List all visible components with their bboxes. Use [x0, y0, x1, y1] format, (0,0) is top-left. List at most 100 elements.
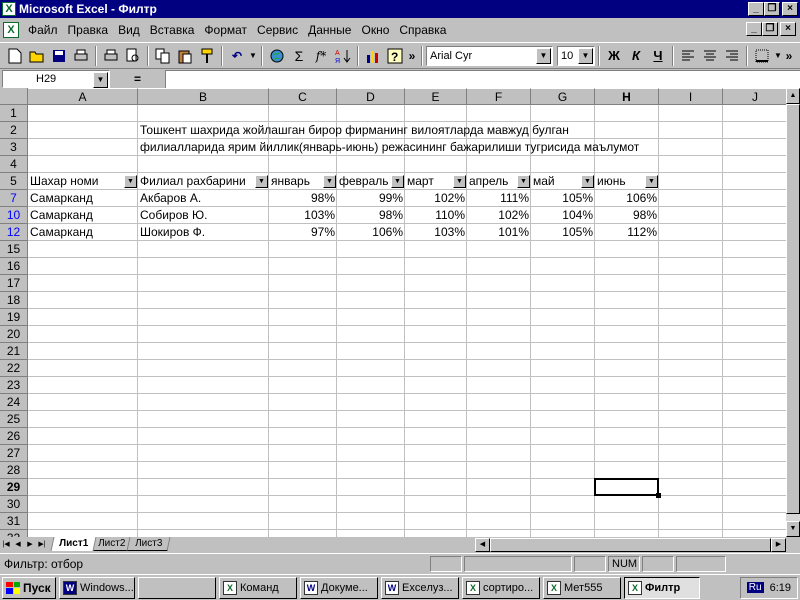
close-button[interactable]: × — [782, 2, 798, 16]
web-globe-icon[interactable] — [266, 45, 288, 67]
percent-cell[interactable]: 103% — [269, 207, 337, 224]
column-header[interactable]: G — [531, 88, 595, 105]
row-header[interactable]: 18 — [0, 292, 28, 309]
font-name-select[interactable]: Arial Cyr ▼ — [426, 45, 553, 66]
new-file-icon[interactable] — [4, 45, 26, 67]
header-cell[interactable]: май — [531, 173, 581, 190]
underline-button[interactable]: Ч — [647, 45, 669, 67]
chevron-down-icon[interactable]: ▼ — [93, 71, 108, 88]
open-folder-icon[interactable] — [26, 45, 48, 67]
percent-cell[interactable]: 97% — [269, 224, 337, 241]
row-header[interactable]: 3 — [0, 139, 28, 156]
autosum-icon[interactable]: Σ — [288, 45, 310, 67]
horizontal-scrollbar[interactable]: ◀ ▶ — [475, 538, 786, 552]
percent-cell[interactable]: 111% — [467, 190, 531, 207]
prev-sheet-icon[interactable]: ◀ — [12, 538, 24, 551]
column-header[interactable]: I — [659, 88, 723, 105]
select-all-corner[interactable] — [0, 88, 28, 105]
row-header[interactable]: 21 — [0, 343, 28, 360]
copy-icon[interactable] — [152, 45, 174, 67]
chevron-down-icon[interactable]: ▼ — [578, 47, 593, 64]
sort-ascending-icon[interactable]: АЯ — [332, 45, 354, 67]
percent-cell[interactable]: 102% — [405, 190, 467, 207]
sheet-tab[interactable]: Лист3 — [126, 537, 172, 551]
percent-cell[interactable]: 112% — [595, 224, 659, 241]
header-cell[interactable]: апрель — [467, 173, 517, 190]
font-size-select[interactable]: 10 ▼ — [557, 45, 595, 66]
taskbar-button[interactable]: W Windows... — [59, 576, 135, 599]
name-box[interactable]: H29 ▼ — [2, 69, 110, 88]
row-header[interactable]: 17 — [0, 275, 28, 292]
first-sheet-icon[interactable]: |◀ — [0, 538, 12, 551]
taskbar-button[interactable]: W Exceлуз... — [381, 576, 459, 599]
percent-cell[interactable]: 99% — [337, 190, 405, 207]
autofilter-dropdown-icon[interactable]: ▼ — [581, 175, 594, 188]
percent-cell[interactable]: 101% — [467, 224, 531, 241]
menu-item[interactable]: Формат — [199, 23, 252, 37]
doc-restore-button[interactable]: ❐ — [762, 22, 778, 36]
row-header[interactable]: 30 — [0, 496, 28, 513]
horizontal-scroll-thumb[interactable] — [490, 538, 771, 552]
menu-item[interactable]: Вид — [113, 23, 145, 37]
toolbar-more-icon-2[interactable]: » — [783, 45, 795, 67]
autofilter-dropdown-icon[interactable]: ▼ — [323, 175, 336, 188]
undo-dropdown-icon[interactable]: ▼ — [248, 45, 258, 67]
header-cell[interactable]: Шахар номи — [28, 173, 124, 190]
toolbar-more-icon[interactable]: » — [406, 45, 418, 67]
autofilter-dropdown-icon[interactable]: ▼ — [645, 175, 658, 188]
row-header[interactable]: 4 — [0, 156, 28, 173]
preview-icon[interactable] — [122, 45, 144, 67]
italic-button[interactable]: К — [625, 45, 647, 67]
manager-cell[interactable]: Акбаров А. — [138, 190, 269, 207]
restore-button[interactable]: ❐ — [764, 2, 780, 16]
undo-icon[interactable]: ↶ — [226, 45, 248, 67]
borders-icon[interactable] — [751, 45, 773, 67]
align-left-icon[interactable] — [677, 45, 699, 67]
paste-icon[interactable] — [174, 45, 196, 67]
autofilter-dropdown-icon[interactable]: ▼ — [517, 175, 530, 188]
row-header[interactable]: 16 — [0, 258, 28, 275]
workbook-icon[interactable]: X — [3, 22, 19, 38]
borders-dropdown-icon[interactable]: ▼ — [773, 45, 783, 67]
row-header[interactable]: 25 — [0, 411, 28, 428]
percent-cell[interactable]: 102% — [467, 207, 531, 224]
save-icon[interactable] — [48, 45, 70, 67]
percent-cell[interactable]: 103% — [405, 224, 467, 241]
taskbar-button[interactable]: Xсортиро... — [462, 576, 540, 599]
column-header[interactable]: A — [28, 88, 138, 105]
doc-minimize-button[interactable]: _ — [746, 22, 762, 36]
align-center-icon[interactable] — [699, 45, 721, 67]
taskbar-button[interactable]: W Докуме... — [300, 576, 378, 599]
start-button[interactable]: Пуск — [2, 576, 56, 599]
menu-item[interactable]: Файл — [23, 23, 63, 37]
percent-cell[interactable]: 106% — [595, 190, 659, 207]
column-header[interactable]: H — [595, 88, 659, 105]
menu-item[interactable]: Окно — [356, 23, 394, 37]
autofilter-dropdown-icon[interactable]: ▼ — [453, 175, 466, 188]
percent-cell[interactable]: 104% — [531, 207, 595, 224]
minimize-button[interactable]: _ — [748, 2, 764, 16]
menu-item[interactable]: Данные — [303, 23, 356, 37]
scroll-up-icon[interactable]: ▲ — [786, 88, 800, 104]
active-cell-selection[interactable] — [594, 478, 659, 496]
vertical-scrollbar[interactable]: ▲ ▼ — [786, 88, 800, 537]
header-cell[interactable]: март — [405, 173, 453, 190]
chevron-down-icon[interactable]: ▼ — [536, 47, 551, 64]
city-cell[interactable]: Самарканд — [28, 207, 138, 224]
align-right-icon[interactable] — [721, 45, 743, 67]
fill-handle[interactable] — [656, 493, 661, 498]
last-sheet-icon[interactable]: ▶| — [36, 538, 48, 551]
taskbar-button[interactable]: X Команд — [219, 576, 297, 599]
manager-cell[interactable]: Шокиров Ф. — [138, 224, 269, 241]
format-painter-icon[interactable] — [196, 45, 218, 67]
manager-cell[interactable]: Собиров Ю. — [138, 207, 269, 224]
column-header[interactable]: F — [467, 88, 531, 105]
autofilter-dropdown-icon[interactable]: ▼ — [391, 175, 404, 188]
row-header[interactable]: 28 — [0, 462, 28, 479]
scroll-right-icon[interactable]: ▶ — [771, 538, 786, 552]
formula-input[interactable] — [165, 69, 800, 88]
row-header[interactable]: 31 — [0, 513, 28, 530]
row-header[interactable]: 20 — [0, 326, 28, 343]
scroll-left-icon[interactable]: ◀ — [475, 538, 490, 552]
percent-cell[interactable]: 105% — [531, 190, 595, 207]
